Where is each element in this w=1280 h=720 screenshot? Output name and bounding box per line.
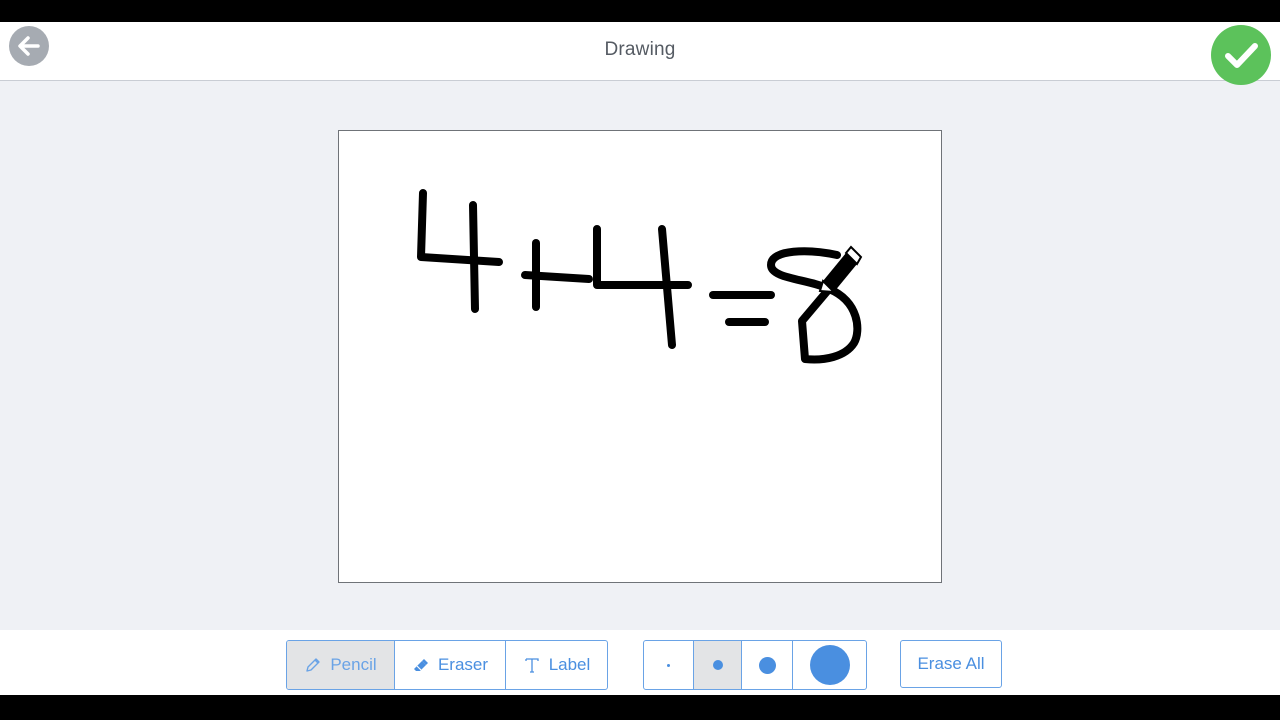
brush-dot-icon (667, 663, 670, 667)
brush-size-small[interactable] (694, 641, 742, 689)
brush-size-selector (643, 640, 867, 690)
eraser-icon (412, 656, 430, 674)
pencil-icon (304, 656, 322, 674)
brush-size-extra-small[interactable] (644, 641, 694, 689)
drawing-app: Drawing Pencil Eraser Label Erase All (0, 22, 1280, 695)
handwritten-strokes (417, 189, 863, 364)
text-icon (523, 656, 541, 674)
label-tool-button[interactable]: Label (506, 641, 607, 689)
eraser-tool-label: Eraser (437, 655, 489, 674)
done-button[interactable] (1211, 25, 1271, 85)
pencil-tool-button[interactable]: Pencil (287, 641, 395, 689)
brush-size-large[interactable] (793, 641, 866, 689)
page-title: Drawing (604, 39, 676, 60)
checkmark-icon (1225, 43, 1258, 68)
erase-all-button[interactable]: Erase All (900, 640, 1002, 688)
brush-dot-icon (809, 645, 850, 685)
brush-dot-icon (712, 660, 723, 670)
drawing-canvas[interactable] (338, 130, 942, 583)
brush-size-medium[interactable] (742, 641, 793, 689)
bottom-toolbar: Pencil Eraser Label Erase All (0, 630, 1280, 695)
eraser-tool-button[interactable]: Eraser (395, 641, 506, 689)
header-bar: Drawing (0, 22, 1280, 85)
tool-selector: Pencil Eraser Label (286, 640, 608, 690)
brush-dot-icon (758, 656, 776, 674)
label-tool-label: Label (548, 655, 591, 674)
pencil-tool-label: Pencil (330, 655, 377, 674)
